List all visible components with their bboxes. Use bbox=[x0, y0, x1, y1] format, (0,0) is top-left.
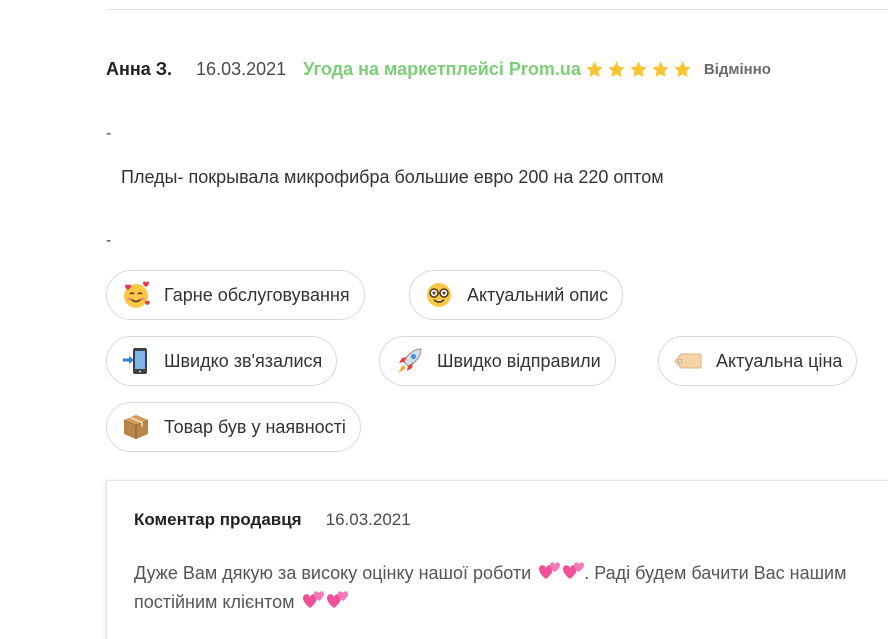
seller-comment-date: 16.03.2021 bbox=[325, 510, 411, 529]
review-text: Пледы- покрывала микрофибра большие евро… bbox=[121, 167, 664, 187]
seller-comment-text: Дуже Вам дякую за високу оцінку нашої ро… bbox=[134, 559, 854, 617]
nerd-face-icon bbox=[424, 280, 454, 310]
review-author: Анна З. bbox=[106, 58, 173, 79]
tag-label: Гарне обслуговування bbox=[164, 284, 350, 305]
seller-comment: Коментар продавця 16.03.2021 Дуже Вам дя… bbox=[106, 480, 888, 639]
seller-comment-text-part: Дуже Вам дякую за високу оцінку нашої ро… bbox=[134, 563, 532, 583]
two-hearts-icon bbox=[302, 591, 348, 608]
tag-quick-shipping: Швидко відправили bbox=[379, 336, 616, 386]
seller-comment-header: Коментар продавця 16.03.2021 bbox=[134, 510, 411, 530]
tag-actual-price: Актуальна ціна bbox=[658, 336, 858, 386]
star-icon bbox=[586, 60, 603, 77]
rating-stars bbox=[585, 60, 695, 79]
tag-actual-description: Актуальний опис bbox=[409, 270, 624, 320]
tag-label: Актуальний опис bbox=[467, 284, 609, 305]
review-source-link[interactable]: Угода на маркетплейсі Prom.ua bbox=[303, 59, 581, 80]
review-card: Анна З. 16.03.2021 Угода на маркетплейсі… bbox=[0, 0, 888, 639]
separator-dash: - bbox=[106, 232, 112, 249]
tag-quick-contact: Швидко зв'язалися bbox=[106, 336, 338, 386]
rocket-icon bbox=[394, 346, 424, 376]
star-icon bbox=[608, 60, 625, 77]
star-icon bbox=[652, 60, 669, 77]
mobile-phone-arrow-icon bbox=[121, 346, 151, 376]
review-date: 16.03.2021 bbox=[196, 58, 287, 79]
package-icon bbox=[121, 412, 151, 442]
review-header: Анна З. 16.03.2021 Угода на маркетплейсі… bbox=[106, 57, 771, 81]
star-icon bbox=[674, 60, 691, 77]
star-icon bbox=[630, 60, 647, 77]
tag-label: Товар був у наявності bbox=[164, 416, 346, 437]
seller-comment-title: Коментар продавця bbox=[134, 510, 302, 529]
tag-in-stock: Товар був у наявності bbox=[106, 402, 361, 452]
separator-dash: - bbox=[106, 125, 112, 142]
tag-label: Швидко відправили bbox=[437, 350, 601, 371]
price-tag-icon bbox=[673, 346, 703, 376]
smiling-face-with-hearts-icon bbox=[121, 280, 151, 310]
rating-label: Відмінно bbox=[703, 60, 771, 78]
divider bbox=[106, 9, 888, 10]
tag-label: Актуальна ціна bbox=[716, 350, 843, 371]
tag-good-service: Гарне обслуговування bbox=[106, 270, 365, 320]
two-hearts-icon bbox=[539, 562, 585, 579]
tag-label: Швидко зв'язалися bbox=[164, 350, 323, 371]
